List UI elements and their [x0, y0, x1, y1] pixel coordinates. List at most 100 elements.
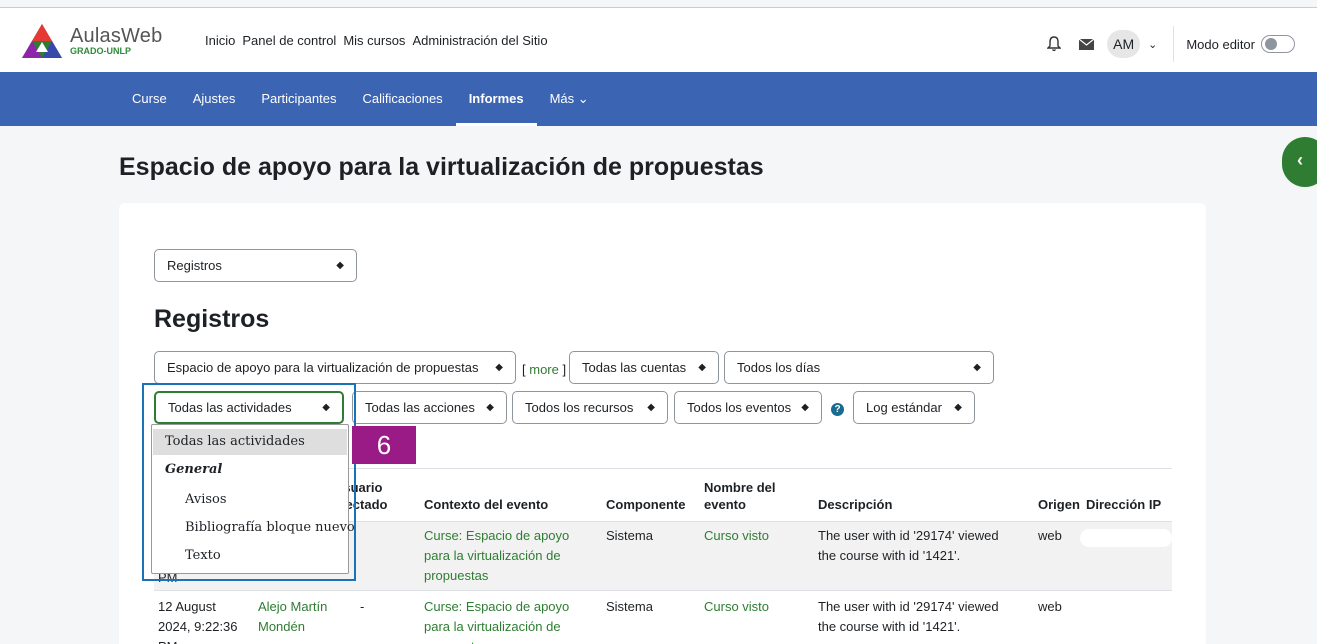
- help-icon[interactable]: ?: [831, 403, 844, 416]
- accounts-select[interactable]: Todas las cuentas ◆: [569, 351, 719, 384]
- tab-calificaciones[interactable]: Calificaciones: [349, 72, 455, 126]
- row-user-line1: Alejo Martín: [258, 599, 328, 614]
- select-caret-icon: ◆: [647, 402, 655, 413]
- table-row: 12 August 2024, 9:22:36 PM Alejo Martín …: [154, 590, 1172, 644]
- nav-inicio[interactable]: Inicio: [205, 33, 235, 48]
- select-caret-icon: ◆: [801, 402, 809, 413]
- days-value: Todos los días: [737, 360, 821, 375]
- chevron-down-icon: ⌄: [577, 91, 589, 106]
- tab-mas-label: Más: [549, 91, 575, 106]
- row-description-line2: the course with id '1421'.: [818, 619, 961, 634]
- select-caret-icon: ◆: [495, 362, 503, 373]
- resources-value: Todos los recursos: [525, 400, 634, 415]
- row-context-line3: propuestas: [424, 568, 489, 583]
- select-caret-icon: ◆: [336, 260, 344, 271]
- row-description-line1: The user with id '29174' viewed: [818, 528, 999, 543]
- log-format-value: Log estándar: [866, 400, 942, 415]
- option-avisos[interactable]: Avisos: [153, 487, 347, 513]
- tab-curse[interactable]: Curse: [132, 72, 180, 126]
- top-navbar: AulasWeb GRADO-UNLP Inicio Panel de cont…: [0, 7, 1317, 72]
- actions-select[interactable]: Todas las acciones ◆: [352, 391, 507, 424]
- page-title: Espacio de apoyo para la virtualización …: [119, 153, 764, 181]
- row-event[interactable]: Curso visto: [704, 597, 769, 617]
- header-event-name[interactable]: Nombre del evento: [704, 479, 776, 513]
- row-time-line3: PM: [158, 637, 238, 644]
- aulasweb-logo-icon[interactable]: [20, 22, 64, 60]
- row-time-line2: 2024, 9:22:36: [158, 619, 238, 634]
- activities-dropdown-list: Todas las actividades General Avisos Bib…: [151, 424, 355, 574]
- row-origin: web: [1038, 599, 1062, 614]
- row-context-line2: para la virtualización de: [424, 548, 561, 563]
- brand[interactable]: AulasWeb GRADO-UNLP: [70, 25, 162, 56]
- more-link[interactable]: [ more ]: [522, 362, 566, 377]
- header-context[interactable]: Contexto del evento: [424, 496, 548, 513]
- accounts-value: Todas las cuentas: [582, 360, 687, 375]
- row-context[interactable]: Curse: Espacio de apoyo para la virtuali…: [424, 597, 569, 644]
- row-user[interactable]: Alejo Martín Mondén: [258, 597, 327, 637]
- nav-panel-de-control[interactable]: Panel de control: [242, 33, 336, 48]
- row-user-line2: Mondén: [258, 619, 305, 634]
- course-select[interactable]: Espacio de apoyo para la virtualización …: [154, 351, 516, 384]
- section-title: Registros: [154, 305, 270, 333]
- drawer-toggle-chevron-left-icon[interactable]: ‹: [1282, 137, 1317, 187]
- header-event-name-line2: evento: [704, 497, 746, 512]
- step-badge: 6: [352, 426, 416, 464]
- row-description: The user with id '29174' viewed the cour…: [818, 526, 999, 566]
- row-event[interactable]: Curso visto: [704, 526, 769, 546]
- row-origin: web: [1038, 528, 1062, 543]
- nav-administracion-del-sitio[interactable]: Administración del Sitio: [412, 33, 547, 48]
- tab-ajustes[interactable]: Ajustes: [180, 72, 249, 126]
- row-context-line1: Curse: Espacio de apoyo: [424, 599, 570, 614]
- row-context-line1: Curse: Espacio de apoyo: [424, 528, 570, 543]
- days-select[interactable]: Todos los días ◆: [724, 351, 994, 384]
- select-caret-icon: ◆: [973, 362, 981, 373]
- report-type-select[interactable]: Registros ◆: [154, 249, 357, 282]
- nav-mis-cursos[interactable]: Mis cursos: [343, 33, 405, 48]
- option-todas-las-actividades[interactable]: Todas las actividades: [153, 429, 347, 455]
- chevron-down-icon[interactable]: ⌄: [1148, 38, 1157, 51]
- actions-value: Todas las acciones: [365, 400, 475, 415]
- editor-mode-toggle[interactable]: [1261, 35, 1295, 53]
- row-time: 12 August 2024, 9:22:36 PM: [158, 597, 238, 644]
- tab-mas[interactable]: Más ⌄: [537, 72, 602, 126]
- row-time-line1: 12 August: [158, 599, 216, 614]
- row-context[interactable]: Curse: Espacio de apoyo para la virtuali…: [424, 526, 569, 586]
- ip-address-redacted: [1080, 529, 1172, 547]
- toggle-knob: [1265, 38, 1277, 50]
- log-format-select[interactable]: Log estándar ◆: [853, 391, 975, 424]
- editor-mode-label: Modo editor: [1186, 36, 1255, 52]
- row-description-line2: the course with id '1421'.: [818, 548, 961, 563]
- row-component: Sistema: [606, 528, 653, 543]
- row-context-line2: para la virtualización de: [424, 619, 561, 634]
- header-origin[interactable]: Origen: [1038, 496, 1080, 513]
- events-value: Todos los eventos: [687, 400, 792, 415]
- option-texto[interactable]: Texto: [153, 543, 347, 569]
- tab-participantes[interactable]: Participantes: [248, 72, 349, 126]
- envelope-icon[interactable]: [1075, 33, 1097, 55]
- course-value: Espacio de apoyo para la virtualización …: [167, 360, 479, 375]
- report-type-value: Registros: [167, 258, 222, 273]
- bell-icon[interactable]: [1043, 33, 1065, 55]
- optgroup-general: General: [165, 462, 223, 477]
- more-link-text[interactable]: more: [529, 362, 559, 377]
- brand-name: AulasWeb: [70, 25, 163, 47]
- events-select[interactable]: Todos los eventos ◆: [674, 391, 822, 424]
- row-description: The user with id '29174' viewed the cour…: [818, 597, 999, 637]
- option-bibliografia-bloque-nuevo[interactable]: Bibliografía bloque nuevo: [153, 515, 355, 541]
- select-caret-icon: ◆: [954, 402, 962, 413]
- header-description[interactable]: Descripción: [818, 496, 892, 513]
- tab-informes[interactable]: Informes: [455, 72, 537, 126]
- select-caret-icon: ◆: [698, 362, 706, 373]
- header-component[interactable]: Componente: [606, 496, 685, 513]
- resources-select[interactable]: Todos los recursos ◆: [512, 391, 668, 424]
- row-description-line1: The user with id '29174' viewed: [818, 599, 999, 614]
- user-area: AM ⌄ Modo editor: [1043, 26, 1295, 62]
- course-secondary-navigation: Curse Ajustes Participantes Calificacion…: [0, 72, 1317, 126]
- primary-navigation: Inicio Panel de control Mis cursos Admin…: [205, 33, 548, 48]
- row-context-line3: propuestas: [424, 637, 569, 644]
- header-event-name-line1: Nombre del: [704, 480, 776, 495]
- header-ip[interactable]: Dirección IP: [1086, 496, 1161, 513]
- select-caret-icon: ◆: [486, 402, 494, 413]
- divider: [1173, 26, 1175, 62]
- avatar[interactable]: AM: [1107, 30, 1141, 58]
